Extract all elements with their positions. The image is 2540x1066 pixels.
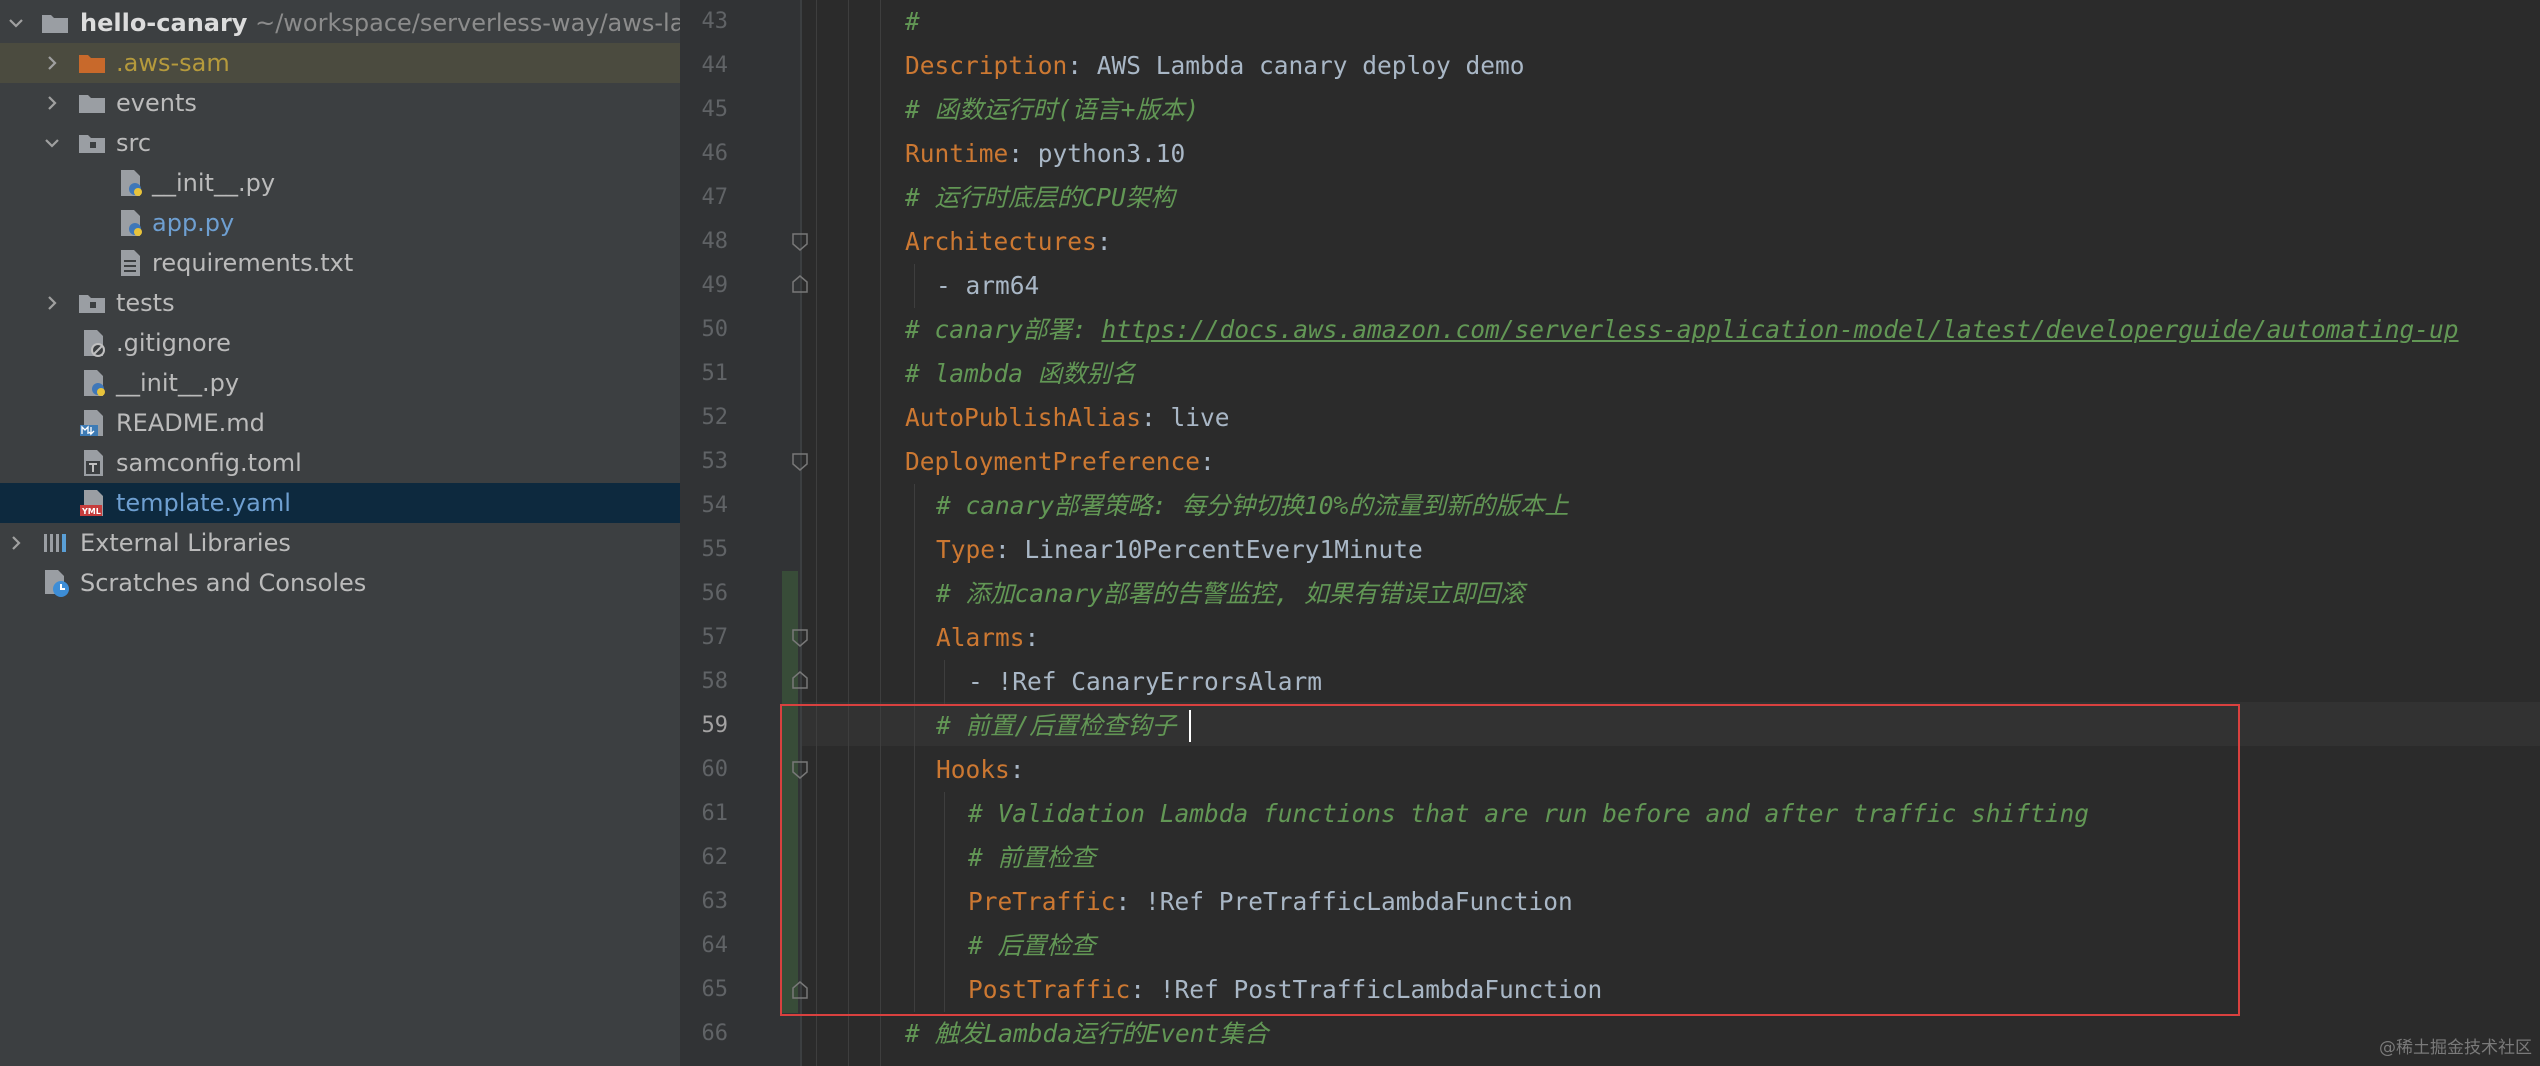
code-line[interactable]: Architectures: [905,220,1112,264]
project-name: hello-canary [80,9,248,37]
line-number: 66 [701,1021,729,1046]
tree-item-readme-md[interactable]: README.md [0,403,680,443]
folder-icon [77,48,107,78]
code-line[interactable]: Type: Linear10PercentEvery1Minute [936,528,1423,572]
code-line[interactable]: # [905,0,920,44]
line-number: 51 [701,361,729,386]
watermark: @稀土掘金技术社区 [2379,1038,2532,1058]
chevron-down-icon[interactable] [38,129,66,157]
code-line[interactable]: # lambda 函数别名 [905,352,1136,396]
line-number: 49 [701,273,729,298]
scratches-icon [41,568,71,598]
chevron-right-icon[interactable] [38,289,66,317]
code-line[interactable]: - arm64 [936,264,1039,308]
fold-end-icon[interactable] [791,670,809,690]
line-number: 61 [701,801,729,826]
yaml-file-icon: YML [78,488,108,518]
ignore-file-icon [78,328,108,358]
fold-start-icon[interactable] [791,452,809,472]
chevron-right-icon[interactable] [2,529,30,557]
fold-start-icon[interactable] [791,232,809,252]
line-number: 62 [701,845,729,870]
tree-item-samconfig-toml[interactable]: samconfig.toml [0,443,680,483]
chevron-right-icon[interactable] [38,49,66,77]
code-line[interactable]: - !Ref CanaryErrorsAlarm [968,660,1322,704]
line-number: 47 [701,185,729,210]
tree-item-src-init-py[interactable]: __init__.py [0,163,680,203]
markdown-file-icon [78,408,108,438]
line-number: 57 [701,625,729,650]
line-number: 54 [701,493,729,518]
fold-start-icon[interactable] [791,628,809,648]
tree-item-events[interactable]: events [0,83,680,123]
line-number: 48 [701,229,729,254]
indent-guide [944,660,945,704]
code-line[interactable]: # 运行时底层的CPU架构 [905,176,1175,220]
line-number: 52 [701,405,729,430]
code-line[interactable]: # canary部署策略: 每分钟切换10%的流量到新的版本上 [936,484,1569,528]
python-file-icon [115,168,145,198]
tree-item-scratches-and-consoles[interactable]: Scratches and Consoles [0,563,680,603]
source-folder-icon [77,128,107,158]
line-number: 53 [701,449,729,474]
toml-file-icon [78,448,108,478]
code-line[interactable]: DeploymentPreference: [905,440,1215,484]
code-line[interactable]: Description: AWS Lambda canary deploy de… [905,44,1525,88]
tree-item-init-py[interactable]: __init__.py [0,363,680,403]
line-number: 58 [701,669,729,694]
tree-item-requirements-txt[interactable]: requirements.txt [0,243,680,283]
tree-item-tests[interactable]: tests [0,283,680,323]
line-number: 55 [701,537,729,562]
tree-item-src[interactable]: src [0,123,680,163]
python-file-icon [115,208,145,238]
code-editor[interactable]: 43 44 45 46 47 48 49 50 51 52 53 54 55 5… [680,0,2540,1066]
line-number: 44 [701,53,729,78]
line-number: 56 [701,581,729,606]
code-line[interactable]: Alarms: [936,616,1039,660]
line-number: 60 [701,757,729,782]
svg-text:YML: YML [81,507,101,516]
code-line[interactable]: AutoPublishAlias: live [905,396,1230,440]
tree-root-hello-canary[interactable]: hello-canary ~/workspace/serverless-way/… [0,3,680,43]
folder-icon [77,88,107,118]
line-number: 64 [701,933,729,958]
docs-link[interactable]: https://docs.aws.amazon.com/serverless-a… [1102,315,2459,344]
line-number: 43 [701,9,729,34]
fold-end-icon[interactable] [791,274,809,294]
test-folder-icon [77,288,107,318]
project-path: ~/workspace/serverless-way/aws-la [255,9,680,37]
line-number: 46 [701,141,729,166]
code-line[interactable]: # 函数运行时(语言+版本) [905,88,1199,132]
tree-item-template-yaml[interactable]: YML template.yaml [0,483,680,523]
annotation-highlight-box [780,704,2240,1016]
text-file-icon [115,248,145,278]
code-line[interactable]: # canary部署: https://docs.aws.amazon.com/… [905,308,2459,352]
line-number: 50 [701,317,729,342]
chevron-down-icon[interactable] [2,9,30,37]
code-line[interactable]: Runtime: python3.10 [905,132,1185,176]
chevron-right-icon[interactable] [38,89,66,117]
line-number: 65 [701,977,729,1002]
current-line-number: 59 [701,713,729,738]
python-file-icon [78,368,108,398]
tree-item-gitignore[interactable]: .gitignore [0,323,680,363]
indent-guide [914,264,915,308]
line-number: 63 [701,889,729,914]
tree-item-app-py[interactable]: app.py [0,203,680,243]
folder-icon [40,8,70,38]
project-tree: hello-canary ~/workspace/serverless-way/… [0,0,680,1066]
code-line[interactable]: # 添加canary部署的告警监控, 如果有错误立即回滚 [936,572,1525,616]
tree-item-external-libraries[interactable]: External Libraries [0,523,680,563]
tree-item-aws-sam[interactable]: .aws-sam [0,43,680,83]
line-number: 45 [701,97,729,122]
code-line[interactable]: # 触发Lambda运行的Event集合 [905,1012,1268,1056]
libraries-icon [41,528,71,558]
